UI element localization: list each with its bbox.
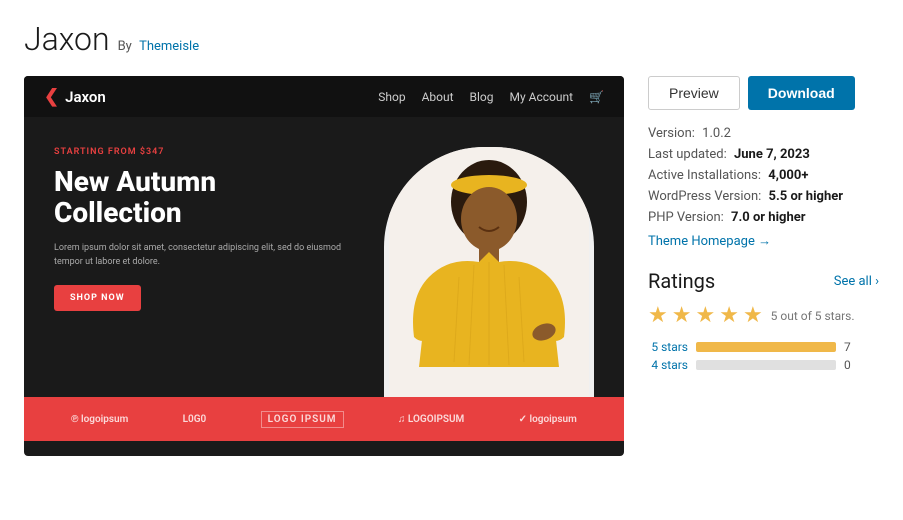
updated-value: June 7, 2023 xyxy=(734,147,810,162)
woman-svg xyxy=(389,147,589,397)
php-value: 7.0 or higher xyxy=(731,210,805,225)
stars-out-of: 5 out of 5 stars. xyxy=(771,309,855,323)
star-2: ★ xyxy=(672,303,692,328)
mock-logo-text: Jaxon xyxy=(65,88,106,106)
mock-nav-shop: Shop xyxy=(378,90,405,104)
mock-nav-cart: 🛒 xyxy=(589,90,604,104)
version-value: 1.0.2 xyxy=(702,126,731,141)
author-link[interactable]: Themeisle xyxy=(139,39,199,54)
bar-count-4: 0 xyxy=(844,358,851,372)
page-wrapper: Jaxon By Themeisle ❮ Jaxon Shop About xyxy=(0,0,903,520)
main-content: ❮ Jaxon Shop About Blog My Account 🛒 Sta… xyxy=(24,76,879,456)
mock-theme-logo: ❮ Jaxon xyxy=(44,86,106,107)
bar-fill-5 xyxy=(696,342,836,352)
wp-label: WordPress Version: xyxy=(648,189,761,204)
mock-nav-links: Shop About Blog My Account 🛒 xyxy=(378,90,604,104)
mock-hero: Starting from $347 New AutumnCollection … xyxy=(24,117,624,397)
php-label: PHP Version: xyxy=(648,210,724,225)
rating-bar-4stars: 4 stars 0 xyxy=(648,358,879,372)
mock-hero-desc: Lorem ipsum dolor sit amet, consectetur … xyxy=(54,241,364,270)
star-5: ★ xyxy=(743,303,763,328)
ratings-section: Ratings See all › ★ ★ ★ ★ ★ 5 out of 5 s… xyxy=(648,269,879,372)
rating-bar-5stars: 5 stars 7 xyxy=(648,340,879,354)
mock-hero-subtitle: Starting from $347 xyxy=(54,147,364,157)
theme-header: Jaxon By Themeisle xyxy=(24,20,879,58)
download-button[interactable]: Download xyxy=(748,76,855,110)
updated-row: Last updated: June 7, 2023 xyxy=(648,147,879,162)
php-row: PHP Version: 7.0 or higher xyxy=(648,210,879,225)
mock-nav-account: My Account xyxy=(510,90,574,104)
theme-title: Jaxon xyxy=(24,20,110,58)
mock-hero-title: New AutumnCollection xyxy=(54,167,364,229)
mock-nav-blog: Blog xyxy=(470,90,494,104)
mock-logos-bar: ℗ logoipsum L0G0 LOGO IPSUM ♫ LOGOIPSUM … xyxy=(24,397,624,441)
action-buttons: Preview Download xyxy=(648,76,879,110)
mock-hero-image xyxy=(384,147,594,397)
installs-row: Active Installations: 4,000+ xyxy=(648,168,879,183)
installs-label: Active Installations: xyxy=(648,168,761,183)
mock-logo-1: ℗ logoipsum xyxy=(71,414,128,425)
wp-row: WordPress Version: 5.5 or higher xyxy=(648,189,879,204)
bar-label-5: 5 stars xyxy=(648,340,688,354)
version-row: Version: 1.0.2 xyxy=(648,126,879,141)
wp-value: 5.5 or higher xyxy=(769,189,843,204)
mock-hero-btn: Shop Now xyxy=(54,285,141,311)
mock-nav-about: About xyxy=(422,90,454,104)
bar-track-4 xyxy=(696,360,836,370)
ratings-header: Ratings See all › xyxy=(648,269,879,293)
mock-hero-text: Starting from $347 New AutumnCollection … xyxy=(54,137,364,397)
bar-label-4: 4 stars xyxy=(648,358,688,372)
theme-screenshot: ❮ Jaxon Shop About Blog My Account 🛒 Sta… xyxy=(24,76,624,456)
mock-logo-icon: ❮ xyxy=(44,86,59,107)
mock-logo-2: L0G0 xyxy=(183,414,207,425)
theme-homepage-link[interactable]: Theme Homepage → xyxy=(648,234,771,249)
preview-panel: ❮ Jaxon Shop About Blog My Account 🛒 Sta… xyxy=(24,76,624,456)
theme-author: By Themeisle xyxy=(118,39,200,54)
installs-value: 4,000+ xyxy=(768,168,808,183)
updated-label: Last updated: xyxy=(648,147,727,162)
mock-logo-5: ✓ logoipsum xyxy=(519,414,577,425)
star-4: ★ xyxy=(719,303,739,328)
bar-count-5: 7 xyxy=(844,340,851,354)
author-prefix: By xyxy=(118,39,132,54)
version-label: Version: xyxy=(648,126,695,141)
stars-display: ★ ★ ★ ★ ★ 5 out of 5 stars. xyxy=(648,303,879,328)
star-1: ★ xyxy=(648,303,668,328)
see-all-link[interactable]: See all › xyxy=(834,274,879,289)
bar-track-5 xyxy=(696,342,836,352)
star-3: ★ xyxy=(695,303,715,328)
info-panel: Preview Download Version: 1.0.2 Last upd… xyxy=(648,76,879,456)
meta-table: Version: 1.0.2 Last updated: June 7, 202… xyxy=(648,126,879,249)
mock-navbar: ❮ Jaxon Shop About Blog My Account 🛒 xyxy=(24,76,624,117)
ratings-title: Ratings xyxy=(648,269,715,293)
preview-button[interactable]: Preview xyxy=(648,76,740,110)
mock-logo-3: LOGO IPSUM xyxy=(261,411,344,428)
homepage-row: Theme Homepage → xyxy=(648,233,879,249)
mock-logo-4: ♫ LOGOIPSUM xyxy=(398,414,464,425)
